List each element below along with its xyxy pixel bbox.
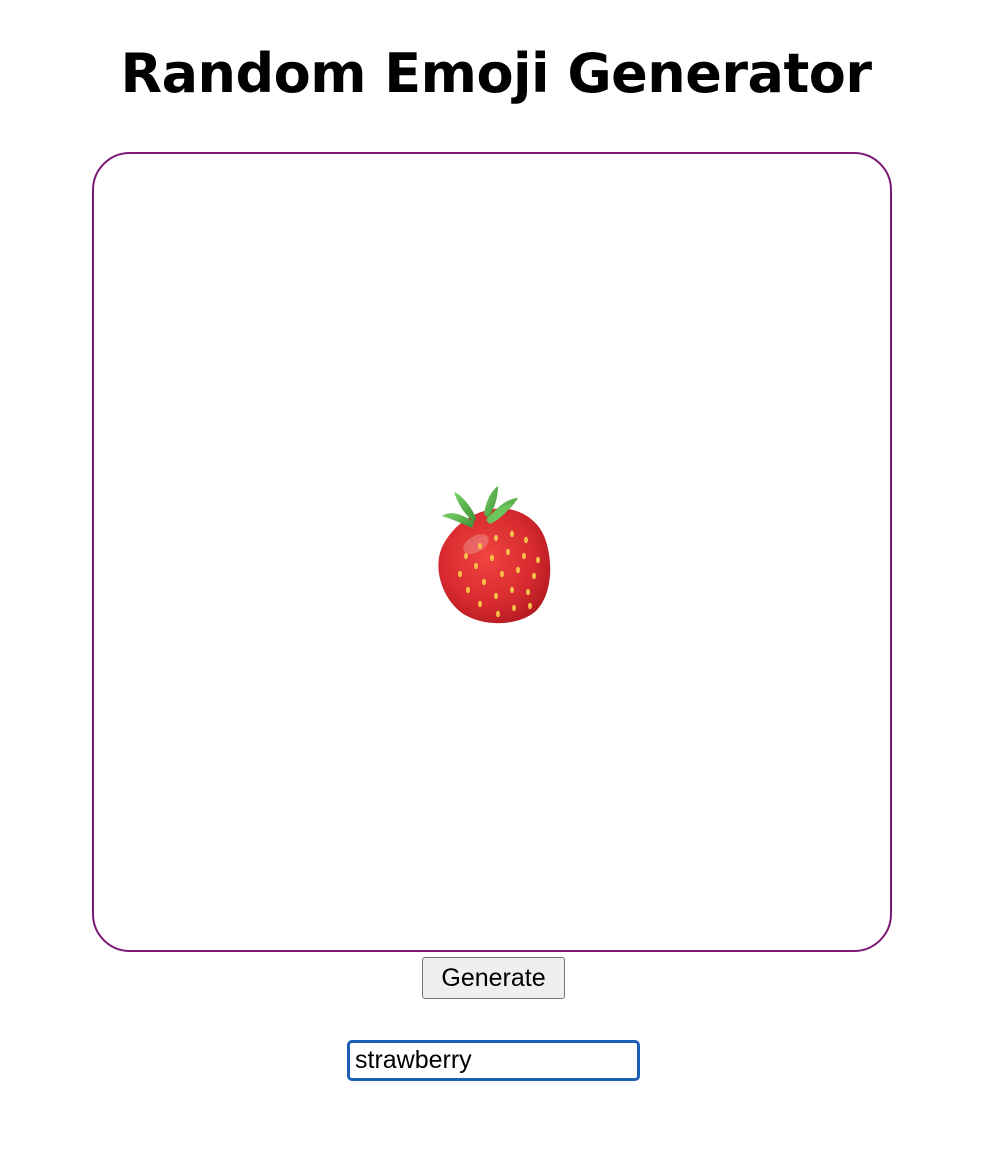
strawberry-emoji-icon [438, 486, 551, 624]
emoji-name-input[interactable] [347, 1040, 640, 1081]
generate-button[interactable]: Generate [422, 957, 565, 999]
emoji-display-frame [92, 152, 892, 952]
page-title: Random Emoji Generator [120, 42, 873, 105]
